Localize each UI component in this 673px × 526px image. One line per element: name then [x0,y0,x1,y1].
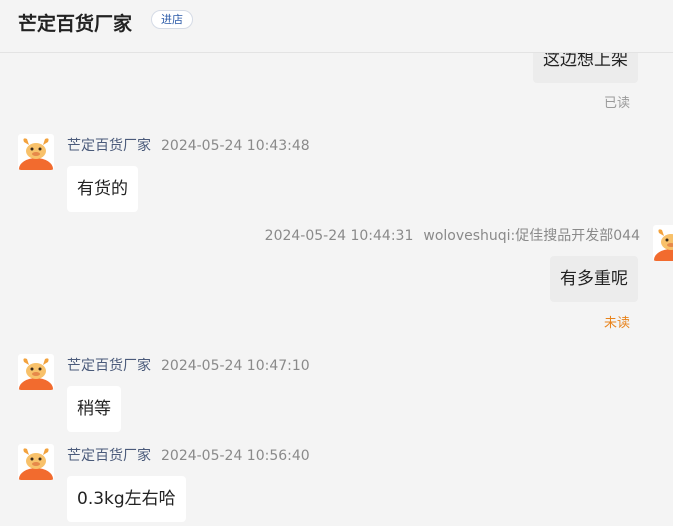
shop-name: 芒定百货厂家 [18,13,133,35]
sender-name: 芒定百货厂家 [67,138,151,154]
message-bubble: 0.3kg左右哈 [67,476,186,522]
timestamp: 2024-05-24 10:56:40 [161,448,310,464]
read-status: 已读 [603,96,630,111]
sender-name: woloveshuqi:促佳搜品开发部044 [423,228,640,244]
message-bubble: 有多重呢 [550,256,638,302]
message-meta: 芒定百货厂家 2024-05-24 10:56:40 [67,445,310,465]
chat-header: 芒定百货厂家 进店 [0,0,673,53]
message-list[interactable]: 这边想上架 已读 芒定百货厂家 2024-05-24 10:43:48 有货的 2… [0,53,673,526]
seller-avatar[interactable] [18,354,54,390]
sender-name: 芒定百货厂家 [67,448,151,464]
message-bubble: 有货的 [67,166,138,212]
message-bubble: 稍等 [67,386,121,432]
timestamp: 2024-05-24 10:44:31 [264,228,414,244]
sender-name: 芒定百货厂家 [67,358,151,374]
unread-status: 未读 [603,316,630,331]
message-bubble: 这边想上架 [533,53,638,83]
timestamp: 2024-05-24 10:43:48 [161,138,310,154]
seller-avatar[interactable] [18,444,54,480]
message-meta: 芒定百货厂家 2024-05-24 10:43:48 [67,135,310,155]
message-meta: 2024-05-24 10:44:31 woloveshuqi:促佳搜品开发部04… [265,225,640,245]
timestamp: 2024-05-24 10:47:10 [161,358,310,374]
user-avatar[interactable] [653,225,673,261]
seller-avatar[interactable] [18,134,54,170]
enter-shop-button[interactable]: 进店 [151,10,193,29]
message-meta: 芒定百货厂家 2024-05-24 10:47:10 [67,355,310,375]
